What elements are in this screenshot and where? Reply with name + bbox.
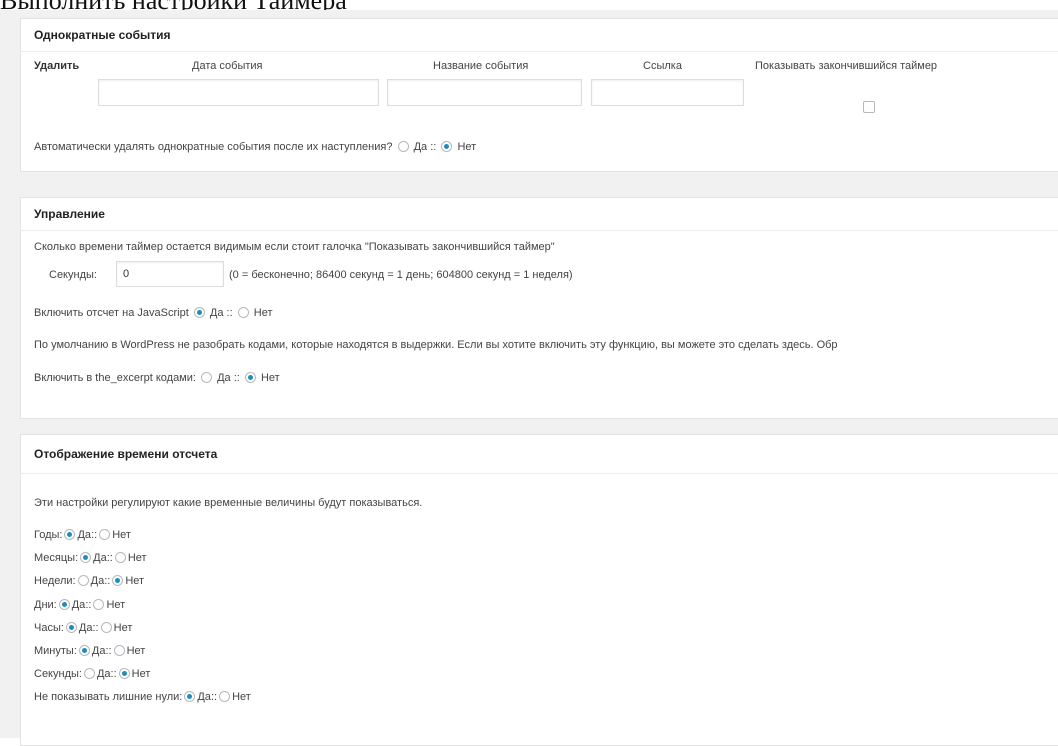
display-option-yes-radio[interactable] [65, 621, 77, 633]
display-option-row: Годы: Да:: Нет [34, 529, 131, 541]
display-option-label: Секунды: [34, 668, 82, 681]
javascript-no-label: Нет [253, 307, 273, 319]
display-option-yes-label: Да [78, 621, 93, 634]
display-option-yes-label: Да [96, 668, 111, 681]
display-option-yes-label: Да [197, 691, 211, 704]
seconds-input[interactable] [116, 261, 224, 287]
radio-separator: :: [233, 372, 240, 384]
display-option-yes-radio[interactable] [83, 668, 95, 680]
radio-separator: :: [92, 621, 99, 634]
auto-delete-yes-radio[interactable] [397, 141, 409, 152]
seconds-label: Секунды: [49, 269, 97, 281]
javascript-no-radio[interactable] [237, 307, 249, 318]
display-option-no-label: Нет [131, 668, 151, 681]
excerpt-yes-radio[interactable] [201, 372, 213, 383]
display-option-yes-label: Да [93, 552, 107, 565]
display-option-yes-label: Да [91, 645, 106, 657]
column-link: Ссылка [643, 60, 682, 72]
excerpt-no-label: Нет [260, 372, 280, 384]
control-panel: Управление Сколько времени таймер остает… [20, 197, 1058, 419]
auto-delete-yes-label: Да [413, 141, 428, 153]
display-option-row: Секунды: Да:: Нет [34, 668, 150, 680]
control-title: Управление [21, 198, 1058, 231]
column-event-date: Дата события [192, 60, 263, 72]
auto-delete-no-label: Нет [457, 141, 477, 153]
excerpt-row: Включить в the_excerpt кодами: Да :: Нет [34, 372, 280, 384]
display-option-no-radio[interactable] [93, 598, 105, 610]
display-option-yes-radio[interactable] [58, 598, 70, 610]
display-option-yes-radio[interactable] [77, 575, 89, 587]
display-title: Отображение времени отсчета [21, 435, 1058, 474]
column-delete: Удалить [34, 60, 80, 72]
radio-separator: :: [110, 668, 117, 681]
display-option-yes-radio[interactable] [184, 691, 196, 703]
display-option-yes-radio[interactable] [64, 529, 76, 540]
display-option-yes-label: Да [90, 575, 105, 588]
radio-separator: :: [104, 575, 111, 588]
display-option-label: Не показывать лишние нули: [34, 691, 183, 704]
display-option-no-radio[interactable] [118, 668, 130, 680]
event-link-input[interactable] [591, 79, 744, 106]
display-option-yes-label: Да [71, 598, 86, 611]
radio-separator: :: [430, 141, 437, 153]
column-show-expired: Показывать закончившийся таймер [755, 60, 938, 72]
display-option-row: Недели: Да:: Нет [34, 575, 144, 587]
display-option-label: Дни: [34, 598, 57, 611]
display-option-label: Месяцы: [34, 552, 79, 565]
display-option-no-label: Нет [106, 598, 126, 611]
display-option-no-label: Нет [113, 621, 133, 634]
excerpt-no-radio[interactable] [244, 372, 256, 383]
javascript-yes-radio[interactable] [193, 307, 205, 318]
radio-separator: :: [105, 645, 112, 657]
radio-separator: :: [85, 598, 92, 611]
excerpt-label: Включить в the_excerpt кодами: [34, 372, 196, 384]
excerpt-yes-label: Да [217, 372, 231, 384]
radio-separator: :: [106, 552, 113, 565]
javascript-row: Включить отсчет на JavaScript Да :: Нет [34, 307, 273, 319]
display-option-no-label: Нет [126, 645, 146, 657]
visible-description: Сколько времени таймер остается видимым … [34, 241, 555, 253]
auto-delete-row: Автоматически удалять однократные событи… [34, 141, 476, 153]
radio-separator: :: [210, 691, 218, 704]
display-option-no-radio[interactable] [114, 552, 126, 564]
settings-canvas: Однократные события Удалить Дата события… [0, 10, 1058, 746]
display-option-no-label: Нет [127, 552, 147, 565]
display-option-row: Не показывать лишние нули: Да:: Нет [34, 691, 251, 703]
display-option-no-label: Нет [125, 575, 145, 588]
display-option-no-radio[interactable] [99, 529, 111, 540]
show-expired-checkbox[interactable] [863, 101, 875, 113]
display-option-yes-radio[interactable] [78, 645, 90, 656]
radio-separator: :: [91, 529, 98, 541]
event-name-input[interactable] [387, 79, 582, 106]
event-date-input[interactable] [98, 79, 379, 106]
display-option-yes-label: Да [77, 529, 92, 541]
display-panel: Отображение времени отсчета Эти настройк… [20, 434, 1058, 746]
seconds-hint: (0 = бесконечно; 86400 секунд = 1 день; … [229, 269, 573, 281]
auto-delete-label: Автоматически удалять однократные событи… [34, 141, 393, 153]
one-time-events-title: Однократные события [21, 19, 1058, 52]
javascript-label: Включить отсчет на JavaScript [34, 307, 189, 319]
one-time-events-panel: Однократные события Удалить Дата события… [20, 18, 1058, 172]
display-option-row: Минуты: Да:: Нет [34, 645, 145, 657]
display-option-label: Недели: [34, 575, 76, 588]
display-option-no-radio[interactable] [100, 621, 112, 633]
display-option-yes-radio[interactable] [80, 552, 92, 564]
display-option-row: Часы: Да:: Нет [34, 621, 133, 634]
javascript-yes-label: Да [209, 307, 224, 319]
display-option-no-radio[interactable] [113, 645, 125, 656]
display-option-label: Часы: [34, 621, 64, 634]
display-option-no-label: Нет [112, 529, 131, 541]
display-option-no-radio[interactable] [219, 691, 231, 703]
auto-delete-no-radio[interactable] [441, 141, 453, 152]
excerpt-description: По умолчанию в WordPress не разобрать ко… [34, 339, 838, 351]
display-option-label: Минуты: [34, 645, 77, 657]
display-option-row: Дни: Да:: Нет [34, 598, 126, 611]
display-option-no-label: Нет [232, 691, 251, 704]
column-event-name: Название события [433, 60, 529, 72]
display-option-row: Месяцы: Да:: Нет [34, 552, 147, 564]
radio-separator: :: [226, 307, 233, 319]
display-option-no-radio[interactable] [112, 575, 124, 587]
display-option-label: Годы: [34, 529, 63, 541]
display-description: Эти настройки регулируют какие временные… [34, 497, 423, 509]
